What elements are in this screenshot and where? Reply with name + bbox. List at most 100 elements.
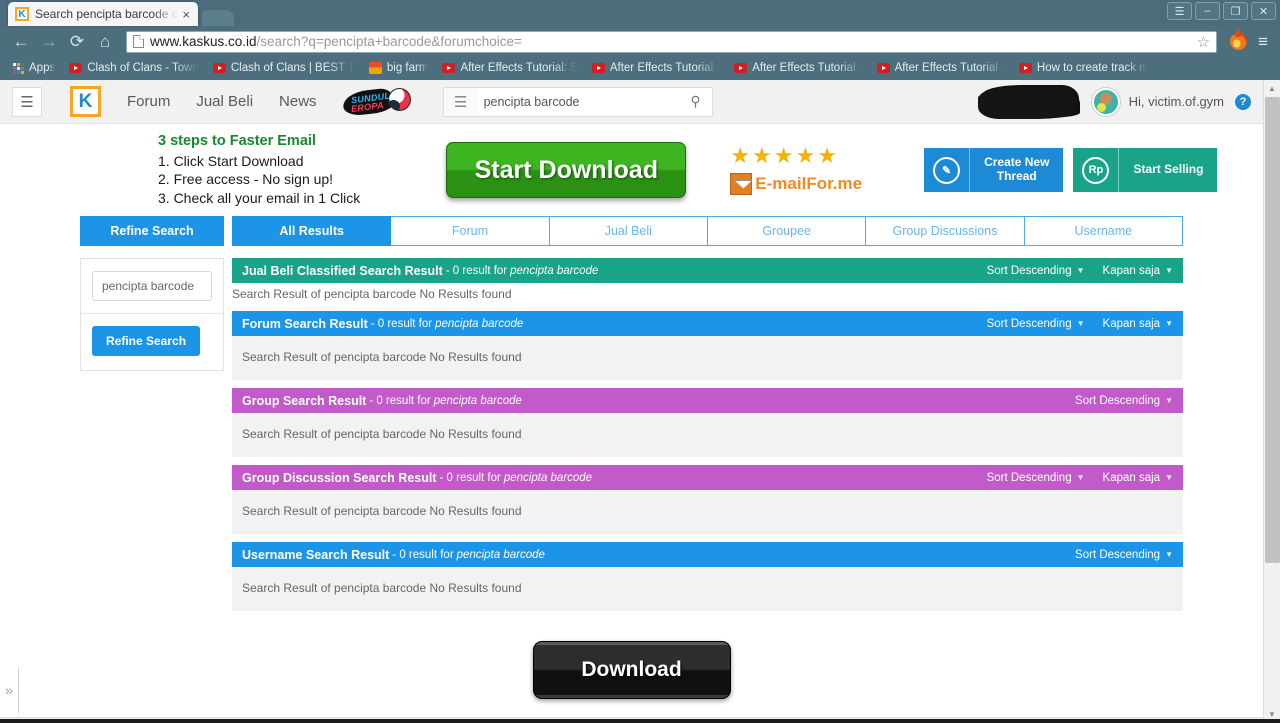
browser-titlebar: K Search pencipta barcode d × ☰ – ❐ ✕: [0, 0, 1280, 26]
browser-toolbar: ← → ⟳ ⌂ www.kaskus.co.id/search?q=pencip…: [0, 26, 1280, 57]
bookmark-label: Clash of Clans | BEST T: [230, 62, 355, 74]
result-title: Username Search Result: [242, 547, 390, 562]
avatar[interactable]: [1091, 87, 1120, 116]
time-filter-dropdown[interactable]: Kapan saja ▼: [1103, 318, 1173, 330]
search-icon[interactable]: ⚲: [680, 93, 712, 110]
chevron-down-icon: ▼: [1165, 473, 1173, 482]
time-filter-dropdown-label: Kapan saja: [1102, 264, 1161, 277]
back-icon[interactable]: ←: [8, 29, 34, 55]
user-greeting[interactable]: Hi, victim.of.gym: [1129, 94, 1224, 109]
sort-dropdown[interactable]: Sort Descending ▼: [987, 472, 1085, 484]
chrome-menu-icon[interactable]: ≡: [1254, 32, 1272, 52]
site-search-box: ☰ ⚲: [442, 86, 713, 117]
tab-group-discussions[interactable]: Group Discussions: [866, 216, 1025, 246]
tabs-row: Refine Search All Results Forum Jual Beli G…: [80, 216, 1183, 246]
bookmark-item[interactable]: After Effects Tutorial -: [727, 62, 869, 74]
sort-dropdown[interactable]: Sort Descending ▼: [1075, 395, 1173, 407]
bookmark-item[interactable]: After Effects Tutorial: S: [435, 62, 584, 74]
rupiah-glyph: Rp: [1082, 156, 1110, 184]
tab-username[interactable]: Username: [1024, 216, 1183, 246]
chevron-down-icon: ▼: [1165, 319, 1173, 328]
sidebar-expand-icon[interactable]: »: [0, 667, 19, 713]
new-tab-button[interactable]: [202, 10, 234, 26]
time-filter-dropdown[interactable]: Kapan saja ▼: [1103, 472, 1173, 484]
extension-flame-icon[interactable]: [1230, 30, 1248, 50]
scrollbar-thumb[interactable]: [1265, 97, 1280, 563]
sort-dropdown[interactable]: Sort Descending ▼: [987, 265, 1085, 277]
search-category-icon[interactable]: ☰: [443, 87, 478, 116]
refine-search-top: [81, 259, 223, 313]
nav-item-jual-beli[interactable]: Jual Beli: [196, 93, 253, 110]
result-empty-message: Search Result of pencipta barcode No Res…: [232, 567, 1183, 611]
create-thread-line1: Create New: [984, 155, 1050, 170]
youtube-icon: [442, 63, 456, 73]
create-new-thread-button[interactable]: ✎ Create New Thread: [924, 148, 1064, 192]
user-profile-button[interactable]: ☰: [1167, 2, 1192, 20]
kaskus-logo[interactable]: K: [70, 86, 101, 117]
bookmark-star-icon[interactable]: ☆: [1191, 33, 1210, 51]
youtube-icon: [876, 63, 890, 73]
page-scrollbar[interactable]: ▲ ▼: [1263, 80, 1280, 723]
close-button[interactable]: ✕: [1251, 2, 1276, 20]
refine-query-input[interactable]: [92, 271, 212, 301]
sort-dropdown[interactable]: Sort Descending ▼: [1075, 549, 1173, 561]
ad-rating-block: ★★★★★ E-mailFor.me: [730, 145, 862, 195]
site-menu-icon[interactable]: ☰: [12, 86, 42, 117]
tab-forum[interactable]: Forum: [391, 216, 550, 246]
time-filter-dropdown[interactable]: Kapan saja ▼: [1103, 265, 1173, 277]
bookmark-item[interactable]: Apps: [6, 62, 62, 74]
sundul-eropa-logo[interactable]: SUNDUL EROPA: [341, 86, 413, 118]
url-path: /search?q=pencipta+barcode&forumchoice=: [256, 34, 522, 49]
bookmark-item[interactable]: Clash of Clans - Town: [62, 62, 206, 74]
chevron-down-icon: ▼: [1076, 473, 1085, 482]
result-header: Username Search Result - 0 result for pe…: [232, 542, 1183, 567]
bookmark-item[interactable]: big farm: [362, 62, 436, 74]
bookmark-label: Clash of Clans - Town: [87, 62, 199, 74]
nav-item-news[interactable]: News: [279, 93, 317, 110]
tab-jual-beli[interactable]: Jual Beli: [549, 216, 708, 246]
time-filter-dropdown-label: Kapan saja: [1102, 471, 1161, 484]
forward-icon[interactable]: →: [36, 29, 62, 55]
sort-dropdown-label: Sort Descending: [1075, 548, 1161, 561]
site-header: ☰ K Forum Jual Beli News SUNDUL EROPA ☰ …: [0, 80, 1263, 124]
minimize-button[interactable]: –: [1195, 2, 1220, 20]
tab-groupee[interactable]: Groupee: [707, 216, 867, 246]
result-header: Forum Search Result - 0 result for penci…: [232, 311, 1183, 336]
nav-item-forum[interactable]: Forum: [127, 93, 170, 110]
tab-close-icon[interactable]: ×: [182, 7, 190, 22]
browser-tab[interactable]: K Search pencipta barcode d ×: [8, 2, 198, 26]
search-input[interactable]: [477, 94, 680, 109]
start-selling-button[interactable]: Rp Start Selling: [1073, 148, 1218, 192]
restore-button[interactable]: ❐: [1223, 2, 1248, 20]
result-header: Jual Beli Classified Search Result - 0 r…: [232, 258, 1183, 283]
tab-all-results[interactable]: All Results: [232, 216, 392, 246]
download-button[interactable]: Download: [532, 641, 731, 699]
result-title: Group Search Result: [242, 393, 367, 408]
result-empty-message: Search Result of pencipta barcode No Res…: [232, 336, 1183, 380]
chevron-down-icon: ▼: [1165, 266, 1173, 275]
result-count-text: - 0 result for: [369, 394, 431, 407]
youtube-icon: [212, 63, 226, 73]
ad-brand-label: E-mailFor.me: [755, 174, 863, 193]
result-block: Forum Search Result - 0 result for penci…: [232, 311, 1183, 380]
body-row: Refine Search Jual Beli Classified Searc…: [80, 258, 1183, 619]
refine-search-button[interactable]: Refine Search: [92, 326, 201, 356]
help-icon[interactable]: ?: [1235, 93, 1251, 110]
sort-dropdown[interactable]: Sort Descending ▼: [987, 318, 1085, 330]
bookmark-item[interactable]: After Effects Tutorial -: [870, 62, 1012, 74]
apps-grid-icon: [13, 62, 24, 74]
address-bar[interactable]: www.kaskus.co.id/search?q=pencipta+barco…: [126, 30, 1218, 53]
bookmark-item[interactable]: How to create track m: [1012, 62, 1156, 74]
bookmark-label: After Effects Tutorial -: [752, 62, 863, 74]
refine-search-tab[interactable]: Refine Search: [80, 216, 224, 246]
ad-step-3: 3. Check all your email in 1 Click: [158, 189, 361, 206]
bookmark-item[interactable]: Clash of Clans | BEST T: [206, 62, 362, 74]
bookmark-item[interactable]: After Effects Tutorial -: [585, 62, 727, 74]
reload-icon[interactable]: ⟳: [64, 29, 90, 55]
page-content: ☰ K Forum Jual Beli News SUNDUL EROPA ☰ …: [0, 80, 1263, 723]
youtube-icon: [734, 63, 748, 73]
home-icon[interactable]: ⌂: [92, 29, 118, 55]
scroll-up-icon[interactable]: ▲: [1264, 80, 1280, 97]
start-download-button[interactable]: Start Download: [446, 142, 687, 198]
result-block: Jual Beli Classified Search Result - 0 r…: [232, 258, 1183, 303]
